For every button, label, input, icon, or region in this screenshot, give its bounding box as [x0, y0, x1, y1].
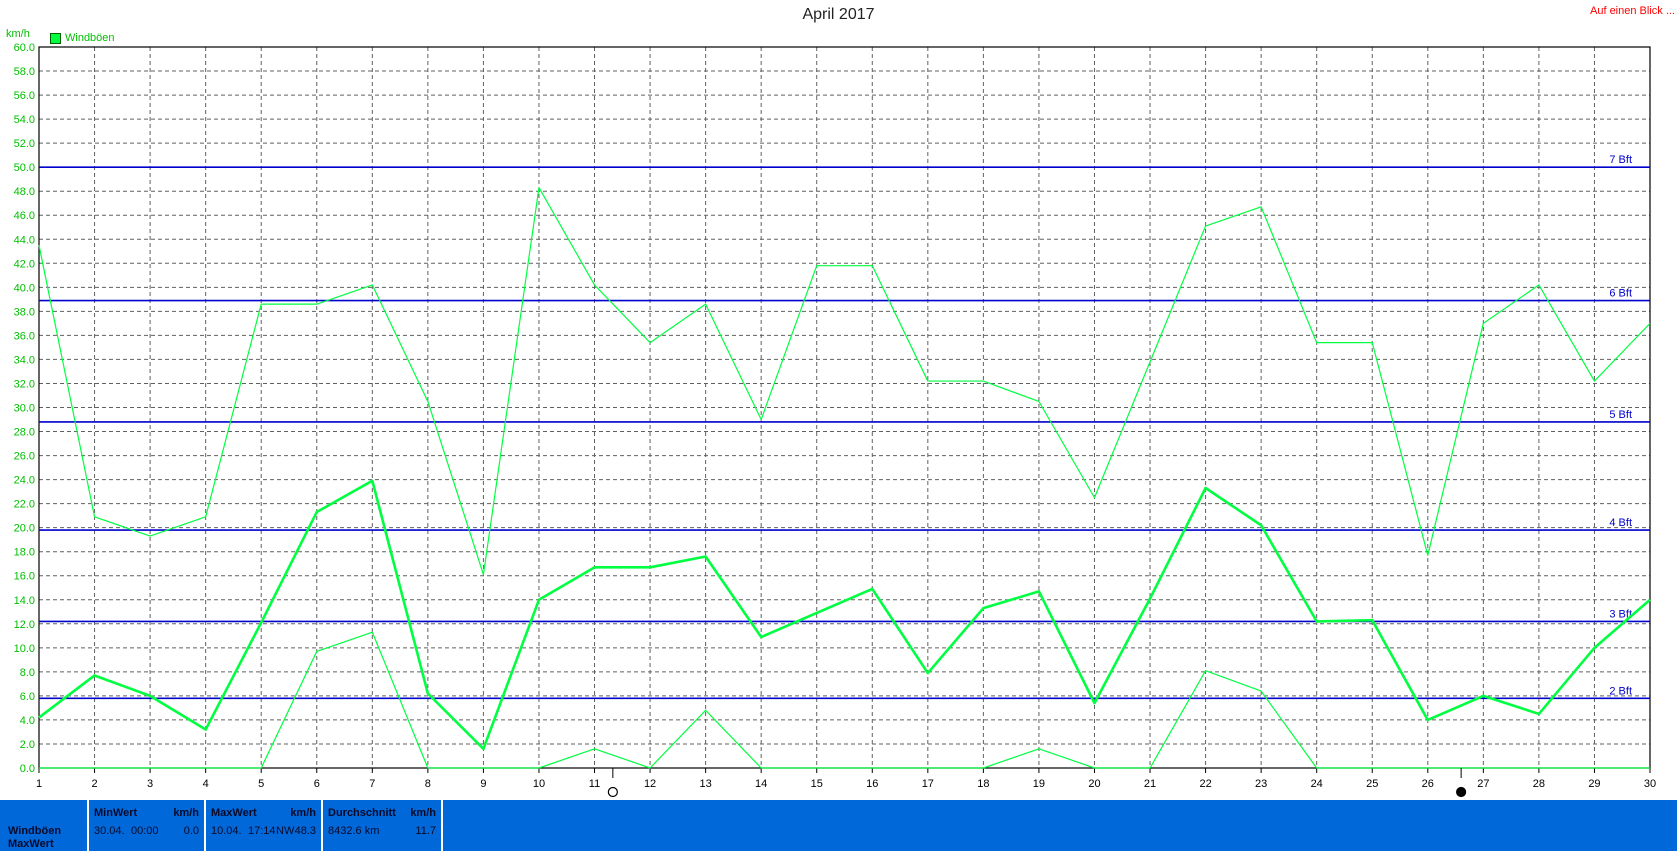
x-tick-label: 21 — [1144, 778, 1156, 790]
y-tick-label: 38.0 — [14, 306, 35, 318]
y-tick-label: 28.0 — [14, 427, 35, 439]
avg-header: Durchschnitt — [328, 807, 396, 819]
y-tick-label: 44.0 — [14, 234, 35, 246]
x-tick-label: 1 — [36, 778, 42, 790]
bft-label: 6 Bft — [1609, 288, 1632, 300]
avg-unit: km/h — [410, 807, 436, 819]
y-tick-label: 18.0 — [14, 547, 35, 559]
x-tick-label: 13 — [699, 778, 711, 790]
y-tick-label: 56.0 — [14, 90, 35, 102]
full-moon-icon — [607, 786, 618, 798]
avg-value: 11.7 — [415, 825, 436, 837]
stats-footer: Windböen MaxWert MinWert km/h 30.04. 00:… — [0, 800, 1677, 851]
x-tick-label: 6 — [314, 778, 320, 790]
x-tick-label: 29 — [1588, 778, 1600, 790]
x-tick-label: 23 — [1255, 778, 1267, 790]
x-tick-label: 14 — [755, 778, 767, 790]
min-value: 0.0 — [183, 825, 199, 837]
x-tick-label: 12 — [644, 778, 656, 790]
y-tick-label: 52.0 — [14, 138, 35, 150]
y-tick-label: 48.0 — [14, 186, 35, 198]
x-tick-label: 27 — [1477, 778, 1489, 790]
x-tick-label: 7 — [369, 778, 375, 790]
y-tick-label: 32.0 — [14, 378, 35, 390]
min-value-box: MinWert km/h 30.04. 00:00 0.0 — [89, 800, 206, 851]
y-tick-label: 30.0 — [14, 403, 35, 415]
series-line-min — [39, 631, 1650, 769]
y-tick-label: 40.0 — [14, 282, 35, 294]
max-time: 17:14 — [248, 825, 276, 837]
y-tick-label: 60.0 — [14, 42, 35, 54]
max-unit: km/h — [290, 807, 316, 819]
max-value-box: MaxWert km/h 10.04. 17:14 NW 48.3 — [206, 800, 323, 851]
row-label-series: Windböen — [8, 825, 62, 837]
y-tick-label: 4.0 — [20, 715, 35, 727]
bft-label: 7 Bft — [1609, 154, 1632, 166]
series-line-max — [38, 186, 1651, 576]
x-tick-label: 2 — [91, 778, 97, 790]
average-box: Durchschnitt km/h 8432.6 km 11.7 — [323, 800, 443, 851]
x-tick-label: 15 — [811, 778, 823, 790]
x-tick-label: 9 — [480, 778, 486, 790]
new-moon-icon — [1456, 786, 1467, 798]
y-tick-label: 46.0 — [14, 210, 35, 222]
bft-label: 5 Bft — [1609, 409, 1632, 421]
y-tick-label: 26.0 — [14, 451, 35, 463]
x-tick-label: 22 — [1199, 778, 1211, 790]
y-tick-label: 24.0 — [14, 475, 35, 487]
y-tick-label: 12.0 — [14, 619, 35, 631]
min-unit: km/h — [173, 807, 199, 819]
max-direction: NW — [276, 825, 295, 837]
series-line-avg — [38, 479, 1651, 751]
min-header: MinWert — [94, 807, 138, 819]
y-tick-label: 0.0 — [20, 763, 35, 775]
y-tick-label: 36.0 — [14, 330, 35, 342]
max-header: MaxWert — [211, 807, 257, 819]
y-tick-label: 8.0 — [20, 667, 35, 679]
y-tick-label: 54.0 — [14, 114, 35, 126]
y-tick-label: 58.0 — [14, 66, 35, 78]
x-tick-label: 10 — [533, 778, 545, 790]
max-value: 48.3 — [294, 825, 316, 837]
y-tick-label: 34.0 — [14, 354, 35, 366]
x-tick-label: 11 — [589, 778, 600, 790]
y-tick-label: 16.0 — [14, 571, 35, 583]
x-tick-label: 24 — [1311, 778, 1323, 790]
x-tick-label: 17 — [922, 778, 934, 790]
bft-label: 4 Bft — [1609, 517, 1632, 529]
y-tick-label: 14.0 — [14, 595, 35, 607]
x-tick-label: 18 — [977, 778, 989, 790]
min-time: 00:00 — [131, 825, 159, 837]
wind-gust-chart: 0.0 2.0 4.0 6.0 8.0 10.0 12.0 14.0 16.0 18.0 20.0 2… — [14, 42, 1656, 798]
y-tick-label: 10.0 — [14, 643, 35, 655]
x-tick-label: 28 — [1533, 778, 1545, 790]
x-tick-label: 4 — [203, 778, 209, 790]
y-tick-label: 2.0 — [20, 739, 35, 751]
bft-label: 2 Bft — [1609, 685, 1632, 697]
y-tick-label: 42.0 — [14, 258, 35, 270]
row-label-type: MaxWert — [8, 838, 54, 850]
y-tick-label: 6.0 — [20, 691, 35, 703]
x-tick-label: 20 — [1088, 778, 1100, 790]
avg-distance: 8432.6 km — [328, 825, 380, 837]
x-tick-label: 8 — [425, 778, 431, 790]
min-date: 30.04. — [94, 825, 125, 837]
stats-row-label: Windböen MaxWert — [0, 800, 89, 851]
x-tick-label: 16 — [866, 778, 878, 790]
max-date: 10.04. — [211, 825, 242, 837]
x-tick-label: 19 — [1033, 778, 1045, 790]
y-tick-label: 50.0 — [14, 162, 35, 174]
x-tick-label: 3 — [147, 778, 153, 790]
x-tick-label: 5 — [258, 778, 264, 790]
x-tick-label: 26 — [1422, 778, 1434, 790]
y-tick-label: 20.0 — [14, 523, 35, 535]
y-tick-label: 22.0 — [14, 499, 35, 511]
x-tick-label: 25 — [1366, 778, 1378, 790]
x-tick-label: 30 — [1644, 778, 1656, 790]
